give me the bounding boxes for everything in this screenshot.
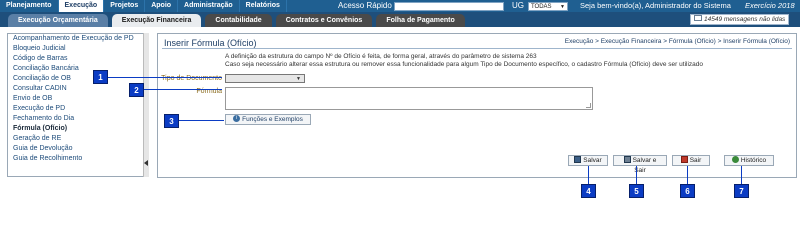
callout-badge: 3 xyxy=(164,114,179,128)
messages-count: 14549 mensagens não lidas xyxy=(704,16,786,23)
ug-select[interactable]: TODAS ▼ xyxy=(528,2,568,11)
ug-select-value: TODAS xyxy=(531,4,552,10)
tab-execucao-orcamentaria[interactable]: Execução Orçamentária xyxy=(8,14,108,27)
callout-line xyxy=(741,166,742,184)
menu-projetos[interactable]: Projetos xyxy=(104,0,146,12)
callout-badge: 5 xyxy=(629,184,644,198)
resize-grip-icon[interactable] xyxy=(586,103,591,108)
callout-line xyxy=(687,166,688,184)
ug-label: UG xyxy=(512,1,524,10)
floppy-icon xyxy=(574,155,582,163)
tab-contratos-convenios[interactable]: Contratos e Convênios xyxy=(275,14,373,27)
tab-contabilidade[interactable]: Contabilidade xyxy=(205,14,272,27)
sidebar-item[interactable]: Guia de Recolhimento xyxy=(8,154,148,164)
breadcrumb: Execução > Execução Financeira > Fórmula… xyxy=(564,38,790,45)
divider xyxy=(162,48,792,49)
sidebar-item[interactable]: Bloqueio Judicial xyxy=(8,44,148,54)
sidebar-item-formula-oficio[interactable]: Fórmula (Ofício) xyxy=(8,124,148,134)
sidebar-item[interactable]: Fechamento do Dia xyxy=(8,114,148,124)
callout-line xyxy=(588,166,589,184)
formula-textarea[interactable] xyxy=(225,87,593,110)
messages-link[interactable]: 14549 mensagens não lidas xyxy=(690,14,790,25)
sidebar: Acompanhamento de Execução de PD Bloquei… xyxy=(7,33,149,177)
tab-folha-pagamento[interactable]: Folha de Pagamento xyxy=(376,14,465,27)
callout-line xyxy=(636,166,637,184)
functions-examples-label: Funções e Exemplos xyxy=(242,116,303,123)
sidebar-item[interactable]: Guia de Devolução xyxy=(8,144,148,154)
sidebar-item[interactable]: Geração de RE xyxy=(8,134,148,144)
functions-examples-button[interactable]: i Funções e Exemplos xyxy=(225,114,311,125)
sidebar-item[interactable]: Consultar CADIN xyxy=(8,84,148,94)
tipo-documento-select[interactable]: ▼ xyxy=(225,74,305,83)
callout-badge: 6 xyxy=(680,184,695,198)
history-label: Histórico xyxy=(740,157,767,164)
main-panel: Inserir Fórmula (Ofício) Execução > Exec… xyxy=(157,33,797,178)
quick-access-label: Acesso Rápido xyxy=(338,1,392,10)
callout-badge: 1 xyxy=(93,70,108,84)
menu-administracao[interactable]: Administração xyxy=(178,0,240,12)
floppy-exit-icon xyxy=(623,155,631,163)
welcome-text: Seja bem-vindo(a), Administrador do Sist… xyxy=(580,1,731,10)
callout-line xyxy=(144,89,222,90)
callout-badge: 7 xyxy=(734,184,749,198)
callout-badge: 2 xyxy=(129,83,144,97)
info-text-2: Caso seja necessário alterar essa estrut… xyxy=(225,61,703,68)
menu-execucao[interactable]: Execução xyxy=(58,0,105,12)
callout-line xyxy=(179,120,224,121)
exit-button[interactable]: Sair xyxy=(672,155,710,166)
main-menu: Planejamento Execução Projetos Apoio Adm… xyxy=(0,0,287,12)
history-button[interactable]: Histórico xyxy=(724,155,774,166)
menu-planejamento[interactable]: Planejamento xyxy=(0,0,59,12)
save-label: Salvar xyxy=(583,157,602,164)
sidebar-item[interactable]: Envio de OB xyxy=(8,94,148,104)
sidebar-scrollbar[interactable] xyxy=(143,33,149,177)
quick-access-input[interactable] xyxy=(394,2,504,11)
exercise-year: Exercício 2018 xyxy=(745,1,795,10)
menu-apoio[interactable]: Apoio xyxy=(145,0,179,12)
callout-badge: 4 xyxy=(581,184,596,198)
sidebar-item[interactable]: Acompanhamento de Execução de PD xyxy=(8,34,148,44)
chevron-down-icon: ▼ xyxy=(560,4,565,10)
sub-tabs: Execução Orçamentária Execução Financeir… xyxy=(8,14,469,27)
chevron-down-icon: ▼ xyxy=(296,76,301,82)
save-button[interactable]: Salvar xyxy=(568,155,608,166)
sidebar-item[interactable]: Código de Barras xyxy=(8,54,148,64)
history-icon xyxy=(731,155,739,163)
callout-line xyxy=(108,77,222,78)
menu-relatorios[interactable]: Relatórios xyxy=(240,0,287,12)
sidebar-item[interactable]: Execução de PD xyxy=(8,104,148,114)
page-title: Inserir Fórmula (Ofício) xyxy=(164,38,257,48)
exit-icon xyxy=(680,155,688,163)
save-exit-button[interactable]: Salvar e Sair xyxy=(613,155,667,174)
info-icon: i xyxy=(233,114,241,122)
sidebar-item[interactable]: Conciliação de OB xyxy=(8,74,148,84)
tab-execucao-financeira[interactable]: Execução Financeira xyxy=(111,14,202,27)
sidebar-item[interactable]: Conciliação Bancária xyxy=(8,64,148,74)
mail-icon xyxy=(694,15,702,22)
exit-label: Sair xyxy=(689,157,702,164)
info-text-1: A definição da estrutura do campo Nº de … xyxy=(225,53,537,60)
